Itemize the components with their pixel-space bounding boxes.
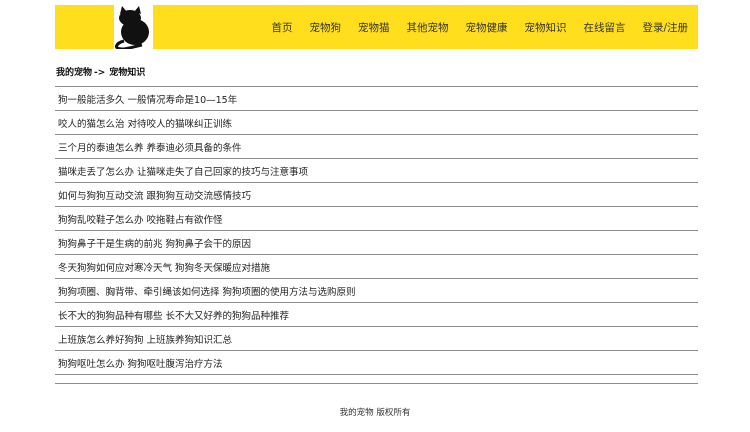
nav-login-register[interactable]: 登录/注册 — [642, 20, 688, 35]
list-item[interactable]: 猫咪走丢了怎么办 让猫咪走失了自己回家的技巧与注意事项 — [55, 159, 698, 183]
list-bottom-divider — [55, 383, 698, 384]
article-list: 狗一般能活多久 一般情况寿命是10—15年 咬人的猫怎么治 对待咬人的猫咪纠正训… — [55, 87, 698, 375]
list-item[interactable]: 冬天狗狗如何应对寒冷天气 狗狗冬天保暖应对措施 — [55, 255, 698, 279]
list-item[interactable]: 狗狗呕吐怎么办 狗狗呕吐腹泻治疗方法 — [55, 351, 698, 375]
nav-pet-cats[interactable]: 宠物猫 — [358, 20, 390, 35]
list-item[interactable]: 三个月的泰迪怎么养 养泰迪必须具备的条件 — [55, 135, 698, 159]
site-footer: 我的宠物 版权所有 — [339, 408, 411, 418]
black-cat-icon — [115, 6, 149, 49]
site-logo[interactable] — [114, 5, 153, 49]
breadcrumb-home[interactable]: 我的宠物 — [56, 68, 92, 78]
list-item[interactable]: 狗狗鼻子干是生病的前兆 狗狗鼻子会干的原因 — [55, 231, 698, 255]
list-item[interactable]: 长不大的狗狗品种有哪些 长不大又好养的狗狗品种推荐 — [55, 303, 698, 327]
nav-pet-dogs[interactable]: 宠物狗 — [309, 20, 341, 35]
nav-message-board[interactable]: 在线留言 — [583, 20, 625, 35]
nav-home[interactable]: 首页 — [271, 20, 292, 35]
list-item[interactable]: 狗狗项圈、胸背带、牵引绳该如何选择 狗狗项圈的使用方法与选购原则 — [55, 279, 698, 303]
list-item[interactable]: 咬人的猫怎么治 对待咬人的猫咪纠正训练 — [55, 111, 698, 135]
breadcrumb-separator: -> — [94, 68, 106, 78]
list-item[interactable]: 狗狗乱咬鞋子怎么办 咬拖鞋占有欲作怪 — [55, 207, 698, 231]
breadcrumb: 我的宠物 -> 宠物知识 — [56, 65, 145, 78]
nav-pet-knowledge[interactable]: 宠物知识 — [524, 20, 566, 35]
nav-pet-health[interactable]: 宠物健康 — [465, 20, 507, 35]
list-item[interactable]: 狗一般能活多久 一般情况寿命是10—15年 — [55, 87, 698, 111]
breadcrumb-current: 宠物知识 — [109, 68, 146, 78]
site-header: 首页 宠物狗 宠物猫 其他宠物 宠物健康 宠物知识 在线留言 登录/注册 — [55, 5, 698, 49]
list-item[interactable]: 如何与狗狗互动交流 跟狗狗互动交流感情技巧 — [55, 183, 698, 207]
list-item[interactable]: 上班族怎么养好狗狗 上班族养狗知识汇总 — [55, 327, 698, 351]
main-nav: 首页 宠物狗 宠物猫 其他宠物 宠物健康 宠物知识 在线留言 登录/注册 — [271, 5, 688, 49]
nav-other-pets[interactable]: 其他宠物 — [406, 20, 448, 35]
